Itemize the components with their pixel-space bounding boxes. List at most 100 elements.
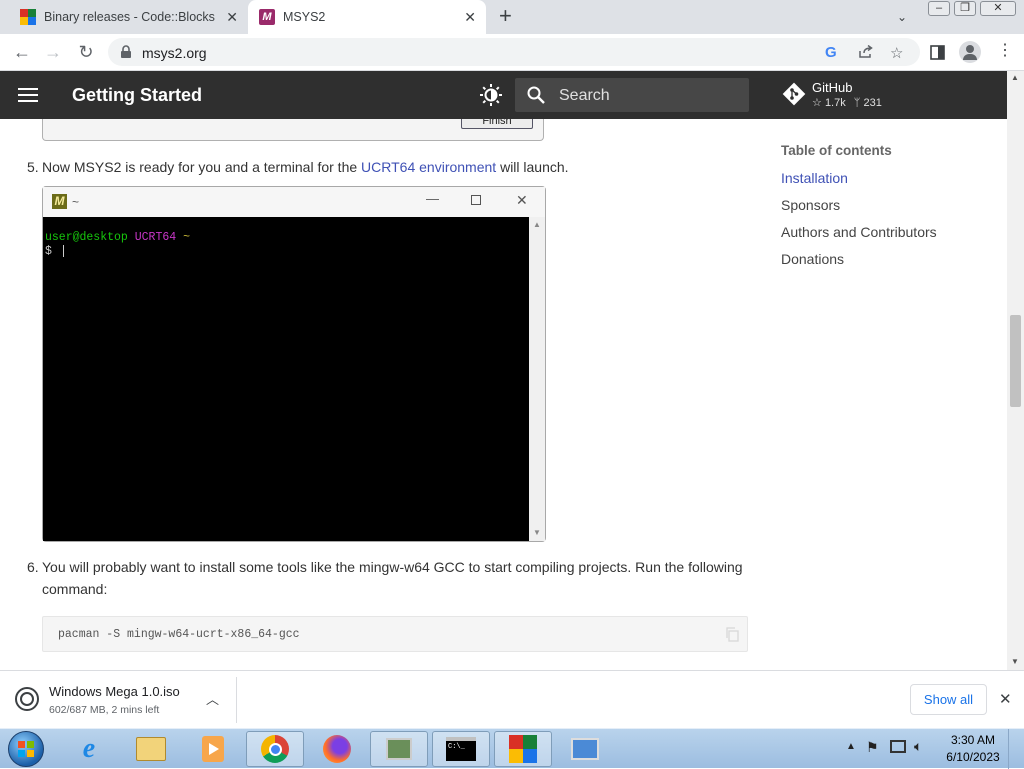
step-number: 6. [27, 559, 39, 575]
download-filename[interactable]: Windows Mega 1.0.iso [49, 684, 180, 699]
forward-arrow-icon[interactable]: → [42, 42, 64, 62]
remote-desktop-icon[interactable] [556, 731, 614, 767]
back-arrow-icon[interactable]: ← [11, 42, 33, 62]
prompt-symbol: $ [45, 245, 52, 259]
search-icon [527, 86, 545, 104]
chrome-taskbar-icon[interactable] [246, 731, 304, 767]
reload-icon[interactable]: ↻ [75, 42, 97, 62]
close-tab-icon[interactable]: ✕ [226, 9, 238, 25]
command-prompt-icon[interactable]: C:\_ [432, 731, 490, 767]
download-progress: 602/687 MB, 2 mins left [49, 704, 160, 716]
github-forks: 231 [863, 97, 882, 109]
scroll-up-icon: ▲ [533, 220, 541, 229]
tab-search-chevron-icon[interactable]: ⌄ [897, 10, 907, 24]
volume-muted-icon[interactable]: 🔈︎ [914, 738, 922, 755]
show-desktop-button[interactable] [1008, 729, 1024, 769]
step-number: 5. [27, 159, 39, 175]
close-window-button[interactable]: ✕ [980, 1, 1016, 16]
prompt-dir: ~ [183, 231, 190, 244]
internet-explorer-icon[interactable]: e [60, 731, 118, 767]
lock-icon [121, 45, 131, 58]
toc-item-authors[interactable]: Authors and Contributors [781, 224, 937, 240]
github-stars: 1.7k [824, 97, 846, 109]
address-bar[interactable]: msys2.org G ☆ [108, 38, 920, 66]
clock-time[interactable]: 3:30 AM [944, 733, 1002, 747]
github-label[interactable]: GitHub [812, 80, 852, 95]
git-logo-icon [782, 82, 806, 106]
prompt-env: UCRT64 [134, 231, 177, 244]
step-5: 5. Now MSYS2 is ready for you and a term… [27, 156, 742, 178]
maximize-icon [471, 195, 481, 205]
step-6: 6. You will probably want to install som… [27, 556, 752, 600]
new-tab-icon[interactable]: + [499, 5, 512, 27]
toc-item-donations[interactable]: Donations [781, 251, 844, 267]
tab-codeblocks[interactable]: Binary releases - Code::Blocks ✕ [8, 0, 248, 34]
minimize-icon: — [426, 191, 439, 206]
chevron-up-icon[interactable]: ︿ [206, 689, 219, 708]
download-file-icon[interactable] [15, 687, 39, 711]
bookmark-star-icon[interactable]: ☆ [890, 44, 903, 62]
start-button[interactable] [8, 731, 44, 767]
code-text[interactable]: pacman -S mingw-w64-ucrt-x86_64-gcc [58, 628, 300, 641]
minimize-button[interactable]: – [928, 1, 950, 16]
toc-item-sponsors[interactable]: Sponsors [781, 197, 840, 213]
tray-expand-icon[interactable]: ▲ [846, 741, 856, 752]
page-title: Getting Started [72, 85, 203, 105]
kebab-menu-icon[interactable]: ⋮ [997, 42, 1013, 60]
main-content: Finish 5. Now MSYS2 is ready for you and… [0, 119, 1007, 670]
file-explorer-icon[interactable] [122, 731, 180, 767]
divider [236, 677, 237, 723]
side-panel-icon[interactable] [930, 45, 945, 60]
scroll-thumb[interactable] [1010, 315, 1021, 407]
tab-msys2[interactable]: M MSYS2 ✕ [248, 0, 486, 34]
site-search-input[interactable]: Search [515, 78, 749, 112]
download-bar: Windows Mega 1.0.iso 602/687 MB, 2 mins … [0, 670, 1024, 728]
msys2-favicon-icon: M [259, 9, 275, 25]
codeblocks-taskbar-icon[interactable] [494, 731, 552, 767]
terminal-titlebar: M ~ — ✕ [43, 187, 545, 217]
scroll-up-arrow-icon[interactable]: ▲ [1011, 73, 1019, 82]
terminal-title: ~ [72, 195, 80, 209]
close-icon: ✕ [516, 192, 528, 208]
terminal-output: user@desktop UCRT64 ~ $ [43, 217, 529, 541]
tab-strip: Binary releases - Code::Blocks ✕ M MSYS2… [0, 0, 1024, 34]
github-stats: ☆ 1.7k ᛘ 231 [812, 96, 882, 109]
prompt-user: user@desktop [45, 231, 128, 244]
scroll-down-arrow-icon[interactable]: ▼ [1011, 657, 1019, 666]
codeblocks-favicon-icon [20, 9, 36, 25]
ucrt64-environment-link[interactable]: UCRT64 environment [361, 159, 496, 175]
google-translate-icon[interactable]: G [825, 44, 837, 61]
terminal-scrollbar: ▲ ▼ [529, 217, 545, 541]
network-status-icon[interactable] [890, 740, 906, 753]
network-app-icon[interactable] [370, 731, 428, 767]
clock-date[interactable]: 6/10/2023 [944, 750, 1002, 764]
terminal-window-image: M ~ — ✕ user@desktop UCRT64 ~ $ ▲ ▼ [42, 186, 546, 542]
toc-item-installation[interactable]: Installation [781, 170, 848, 186]
star-icon: ☆ [812, 97, 822, 109]
github-link[interactable] [781, 81, 809, 109]
action-center-flag-icon[interactable]: ⚑ [866, 739, 879, 756]
browser-toolbar: ← → ↻ msys2.org G ☆ ⋮ [0, 34, 1024, 71]
text-cursor [62, 245, 64, 257]
scroll-down-icon: ▼ [533, 528, 541, 537]
firefox-icon[interactable] [308, 731, 366, 767]
finish-button: Finish [461, 119, 533, 129]
fork-icon: ᛘ [853, 97, 861, 109]
search-placeholder: Search [559, 87, 610, 104]
close-tab-icon[interactable]: ✕ [464, 9, 476, 25]
share-icon[interactable] [858, 45, 874, 59]
media-player-icon[interactable] [184, 731, 242, 767]
code-block[interactable]: pacman -S mingw-w64-ucrt-x86_64-gcc [42, 616, 748, 652]
site-header: Getting Started Search GitHub ☆ 1.7k ᛘ 2… [0, 71, 1007, 119]
hamburger-menu-icon[interactable] [18, 87, 38, 103]
theme-toggle-icon[interactable] [479, 83, 503, 107]
profile-avatar-icon[interactable] [959, 41, 981, 63]
page-scrollbar[interactable]: ▲ ▼ [1007, 71, 1024, 670]
installer-window-fragment: Finish [42, 119, 544, 141]
restore-button[interactable]: ❐ [954, 1, 976, 16]
copy-icon[interactable] [725, 627, 739, 642]
show-all-button[interactable]: Show all [910, 684, 987, 715]
close-download-bar-icon[interactable]: ✕ [999, 690, 1012, 708]
url-text: msys2.org [142, 45, 207, 61]
windows-taskbar: e C:\_ ▲ ⚑ 🔈︎ 3:30 AM 6/10/2023 [0, 728, 1024, 769]
